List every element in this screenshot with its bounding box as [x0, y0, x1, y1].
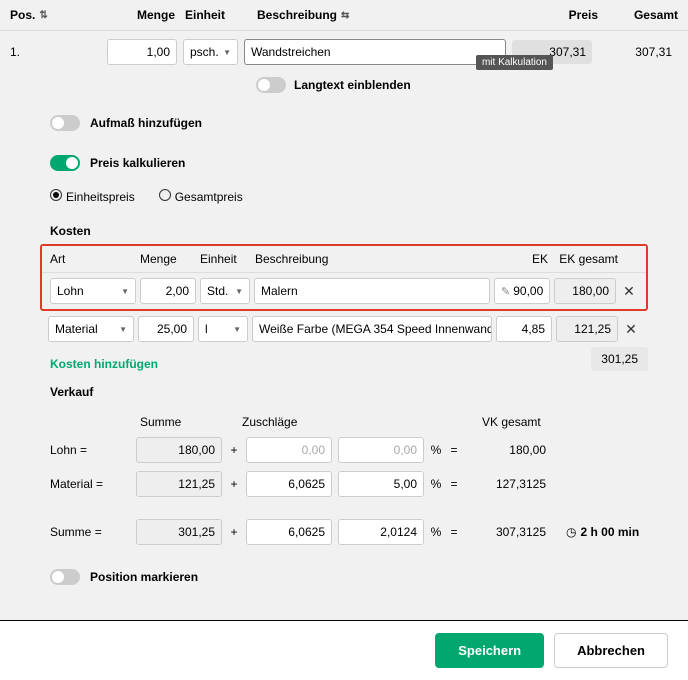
vk-h-zuschlaege: Zuschläge	[242, 415, 432, 429]
delete-row-icon[interactable]: ✕	[622, 321, 640, 338]
gesamt-value: 307,31	[598, 40, 678, 64]
menge-input[interactable]: 25,00	[138, 316, 194, 342]
besch-input[interactable]: Malern	[254, 278, 490, 304]
chevron-down-icon: ▼	[235, 287, 243, 296]
chevron-down-icon: ▼	[119, 325, 127, 334]
vk-summe: 301,25	[136, 519, 222, 545]
menge-input[interactable]: 1,00	[107, 39, 177, 65]
vk-gesamt: 127,3125	[466, 472, 552, 496]
verkauf-row-summe: Summe = 301,25 + 6,0625 2,0124 % = 307,3…	[50, 515, 648, 549]
clock-icon: ◷	[566, 525, 576, 539]
kh-einheit: Einheit	[200, 252, 255, 266]
kh-besch: Beschreibung	[255, 252, 488, 266]
langtext-label: Langtext einblenden	[294, 78, 411, 92]
verkauf-title: Verkauf	[0, 381, 688, 405]
aufmass-label: Aufmaß hinzufügen	[90, 116, 202, 130]
header-pos: Pos.	[10, 8, 35, 22]
markieren-label: Position markieren	[90, 570, 198, 584]
column-header-row: Pos. ⇅ Menge Einheit Beschreibung ⇆ Prei…	[0, 0, 688, 31]
header-gesamt: Gesamt	[598, 8, 678, 22]
kh-art: Art	[50, 252, 140, 266]
vk-zus2-input[interactable]: 0,00	[338, 437, 424, 463]
delete-row-icon[interactable]: ✕	[620, 283, 638, 300]
time-value: 2 h 00 min	[580, 525, 639, 539]
footer-actions: Speichern Abbrechen	[0, 620, 688, 680]
vk-zus1-input[interactable]: 0,00	[246, 437, 332, 463]
markieren-toggle[interactable]	[50, 569, 80, 585]
ekges-value: 180,00	[554, 278, 616, 304]
vk-summe: 180,00	[136, 437, 222, 463]
kh-ekges: EK gesamt	[548, 252, 618, 266]
chevron-down-icon: ▼	[121, 287, 129, 296]
preis-kalk-label: Preis kalkulieren	[90, 156, 185, 170]
vk-summe: 121,25	[136, 471, 222, 497]
chevron-down-icon: ▼	[233, 325, 241, 334]
vk-gesamt: 180,00	[466, 438, 552, 462]
filter-icon[interactable]: ⇆	[341, 10, 349, 21]
save-button[interactable]: Speichern	[435, 633, 544, 668]
kalkulation-badge: mit Kalkulation	[476, 55, 553, 70]
verkauf-row-material: Material = 121,25 + 6,0625 5,00 % = 127,…	[50, 467, 648, 501]
langtext-toggle[interactable]	[256, 77, 286, 93]
kosten-row-lohn: Lohn▼ 2,00 Std.▼ Malern ✎90,00 180,00 ✕	[42, 273, 646, 309]
kh-ek: EK	[488, 252, 548, 266]
position-number: 1.	[10, 45, 40, 59]
art-select[interactable]: Lohn▼	[50, 278, 136, 304]
vk-zus1-input[interactable]: 6,0625	[246, 519, 332, 545]
preis-kalk-toggle[interactable]	[50, 155, 80, 171]
header-preis: Preis	[518, 8, 598, 22]
vk-zus2-input[interactable]: 5,00	[338, 471, 424, 497]
vk-h-vkges: VK gesamt	[482, 415, 572, 429]
kosten-total: 301,25	[591, 347, 648, 371]
ekges-value: 121,25	[556, 316, 618, 342]
einheit-select[interactable]: Std.▼	[200, 278, 250, 304]
beschreibung-input[interactable]: Wandstreichen	[244, 39, 506, 65]
kh-menge: Menge	[140, 252, 200, 266]
header-menge: Menge	[105, 8, 175, 22]
header-einheit: Einheit	[185, 8, 245, 22]
sort-icon[interactable]: ⇅	[39, 10, 47, 21]
add-kosten-link[interactable]: Kosten hinzufügen	[0, 347, 158, 381]
menge-input[interactable]: 2,00	[140, 278, 196, 304]
einheit-select[interactable]: l▼	[198, 316, 248, 342]
verkauf-row-lohn: Lohn = 180,00 + 0,00 0,00 % = 180,00	[50, 433, 648, 467]
kosten-row-material: Material▼ 25,00 l▼ Weiße Farbe (MEGA 354…	[40, 311, 648, 347]
einheit-select[interactable]: psch.▼	[183, 39, 238, 65]
besch-input[interactable]: Weiße Farbe (MEGA 354 Speed Innenwand)	[252, 316, 492, 342]
aufmass-toggle[interactable]	[50, 115, 80, 131]
header-beschreibung: Beschreibung	[257, 8, 337, 22]
pencil-icon: ✎	[501, 285, 510, 298]
einheitspreis-radio[interactable]: Einheitspreis	[50, 189, 135, 204]
art-select[interactable]: Material▼	[48, 316, 134, 342]
vk-zus2-input[interactable]: 2,0124	[338, 519, 424, 545]
ek-input[interactable]: 4,85	[496, 316, 552, 342]
kosten-title: Kosten	[0, 220, 688, 244]
ek-input[interactable]: ✎90,00	[494, 278, 550, 304]
vk-h-summe: Summe	[140, 415, 230, 429]
chevron-down-icon: ▼	[223, 48, 231, 57]
vk-gesamt: 307,3125	[466, 520, 552, 544]
cancel-button[interactable]: Abbrechen	[554, 633, 668, 668]
kosten-header-row: Art Menge Einheit Beschreibung EK EK ges…	[42, 246, 646, 273]
gesamtpreis-radio[interactable]: Gesamtpreis	[159, 189, 243, 204]
vk-zus1-input[interactable]: 6,0625	[246, 471, 332, 497]
position-row: 1. 1,00 psch.▼ Wandstreichen 307,31 307,…	[0, 31, 688, 73]
